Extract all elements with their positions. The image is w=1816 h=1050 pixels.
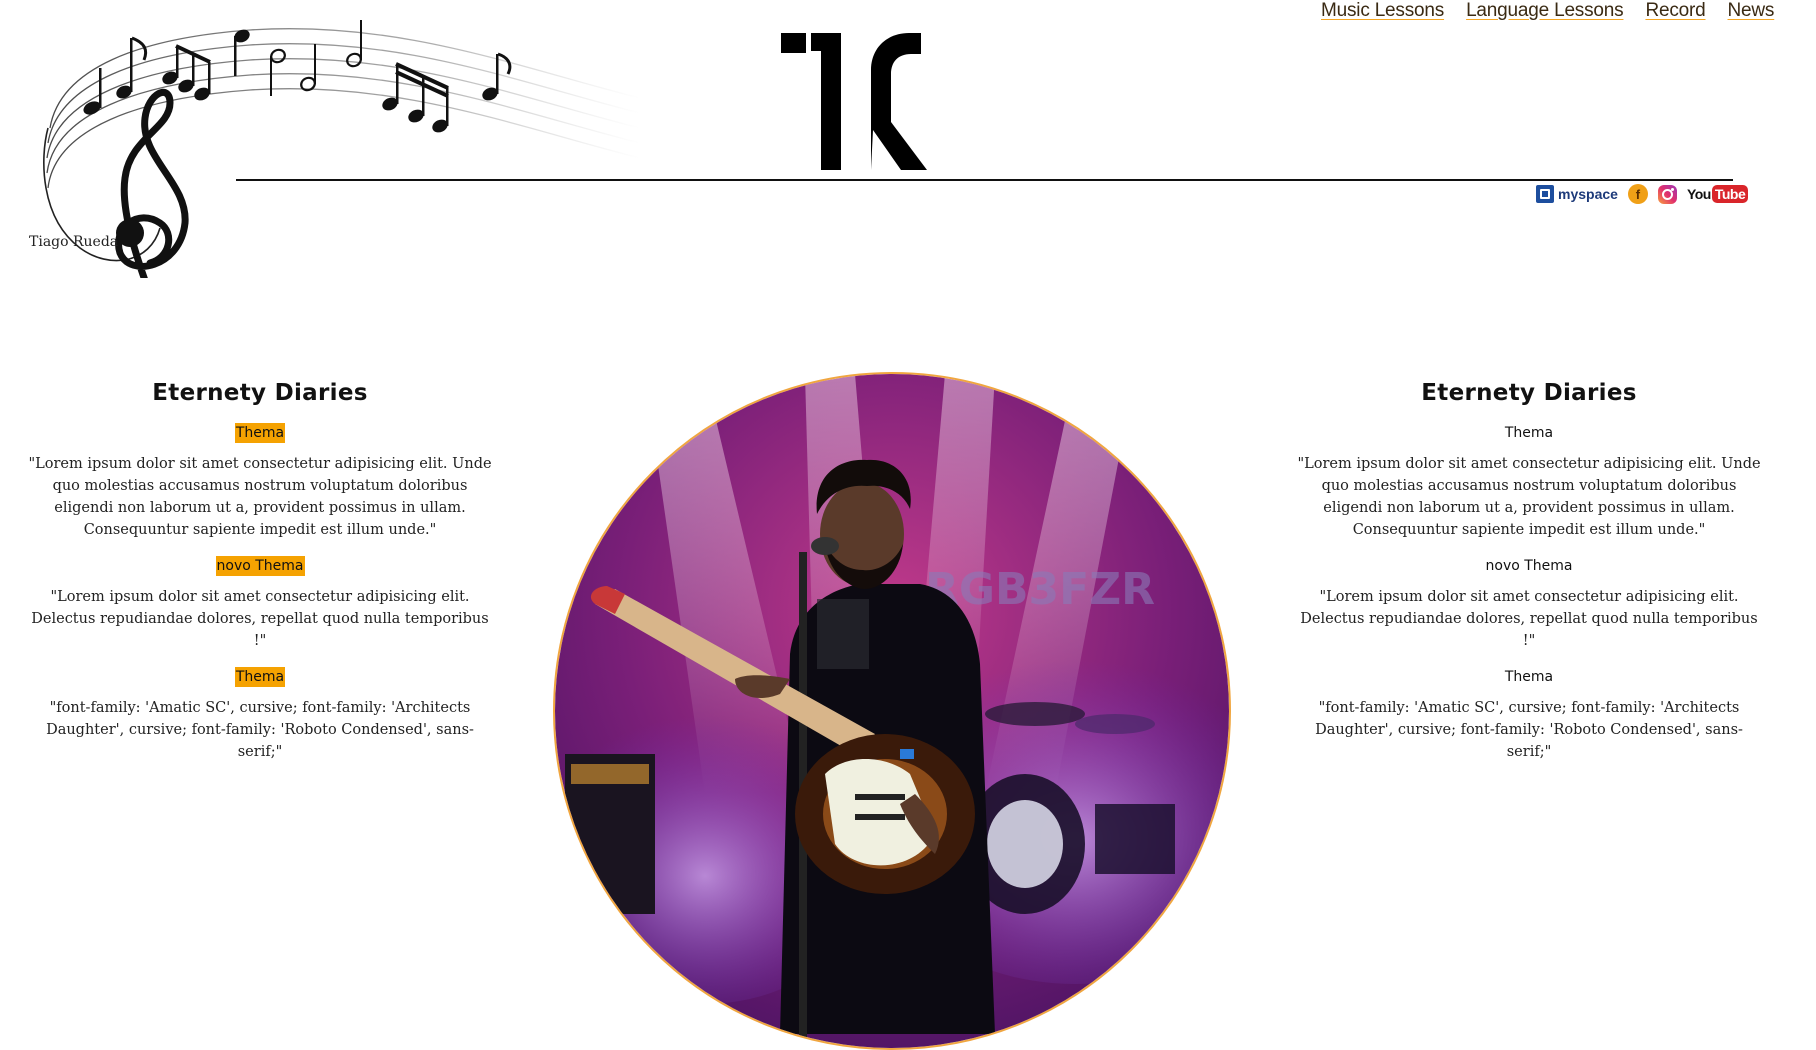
article-paragraph: "font-family: 'Amatic SC', cursive; font… bbox=[46, 700, 474, 760]
article-paragraph: "Lorem ipsum dolor sit amet consectetur … bbox=[1297, 456, 1761, 538]
guitarist-image: RGB3FZR bbox=[555, 374, 1229, 1048]
article-paragraph: "Lorem ipsum dolor sit amet consectetur … bbox=[1300, 589, 1758, 649]
nav-record[interactable]: Record bbox=[1645, 0, 1705, 22]
treble-clef-icon bbox=[115, 88, 189, 278]
social-links: myspace f You Tube bbox=[1536, 184, 1749, 204]
youtube-you-text: You bbox=[1686, 186, 1711, 202]
facebook-icon[interactable]: f bbox=[1627, 184, 1648, 204]
main-nav: Music Lessons Language Lessons Record Ne… bbox=[1321, 0, 1774, 22]
myspace-link[interactable]: myspace bbox=[1536, 185, 1618, 203]
signature: Tiago Rueda bbox=[29, 234, 119, 250]
article-title: Eternety Diaries bbox=[152, 380, 368, 406]
theme-label: novo Thema bbox=[1485, 558, 1573, 574]
nav-music-lessons[interactable]: Music Lessons bbox=[1321, 0, 1444, 22]
article-paragraph: "font-family: 'Amatic SC', cursive; font… bbox=[1315, 700, 1743, 760]
theme-label: Thema bbox=[1504, 425, 1554, 441]
theme-badge: Thema bbox=[234, 423, 286, 443]
theme-badge: Thema bbox=[234, 667, 286, 687]
right-article: Eternety Diaries Thema "Lorem ipsum dolo… bbox=[1294, 380, 1764, 777]
article-paragraph: "Lorem ipsum dolor sit amet consectetur … bbox=[28, 456, 492, 538]
instagram-icon[interactable] bbox=[1657, 184, 1677, 204]
youtube-tube-text: Tube bbox=[1711, 185, 1749, 203]
theme-label: Thema bbox=[1504, 669, 1554, 685]
left-article: Eternety Diaries Thema "Lorem ipsum dolo… bbox=[25, 380, 495, 777]
tr-logo[interactable]: TR bbox=[781, 30, 931, 172]
nav-news[interactable]: News bbox=[1728, 0, 1775, 22]
myspace-icon bbox=[1536, 185, 1554, 203]
theme-badge: novo Thema bbox=[215, 556, 305, 576]
youtube-icon[interactable]: You Tube bbox=[1686, 185, 1749, 203]
article-title: Eternety Diaries bbox=[1421, 380, 1637, 406]
myspace-label: myspace bbox=[1558, 186, 1618, 202]
concert-photo: RGB3FZR bbox=[553, 372, 1231, 1050]
article-paragraph: "Lorem ipsum dolor sit amet consectetur … bbox=[31, 589, 489, 649]
header-divider bbox=[236, 179, 1733, 181]
nav-language-lessons[interactable]: Language Lessons bbox=[1466, 0, 1624, 22]
